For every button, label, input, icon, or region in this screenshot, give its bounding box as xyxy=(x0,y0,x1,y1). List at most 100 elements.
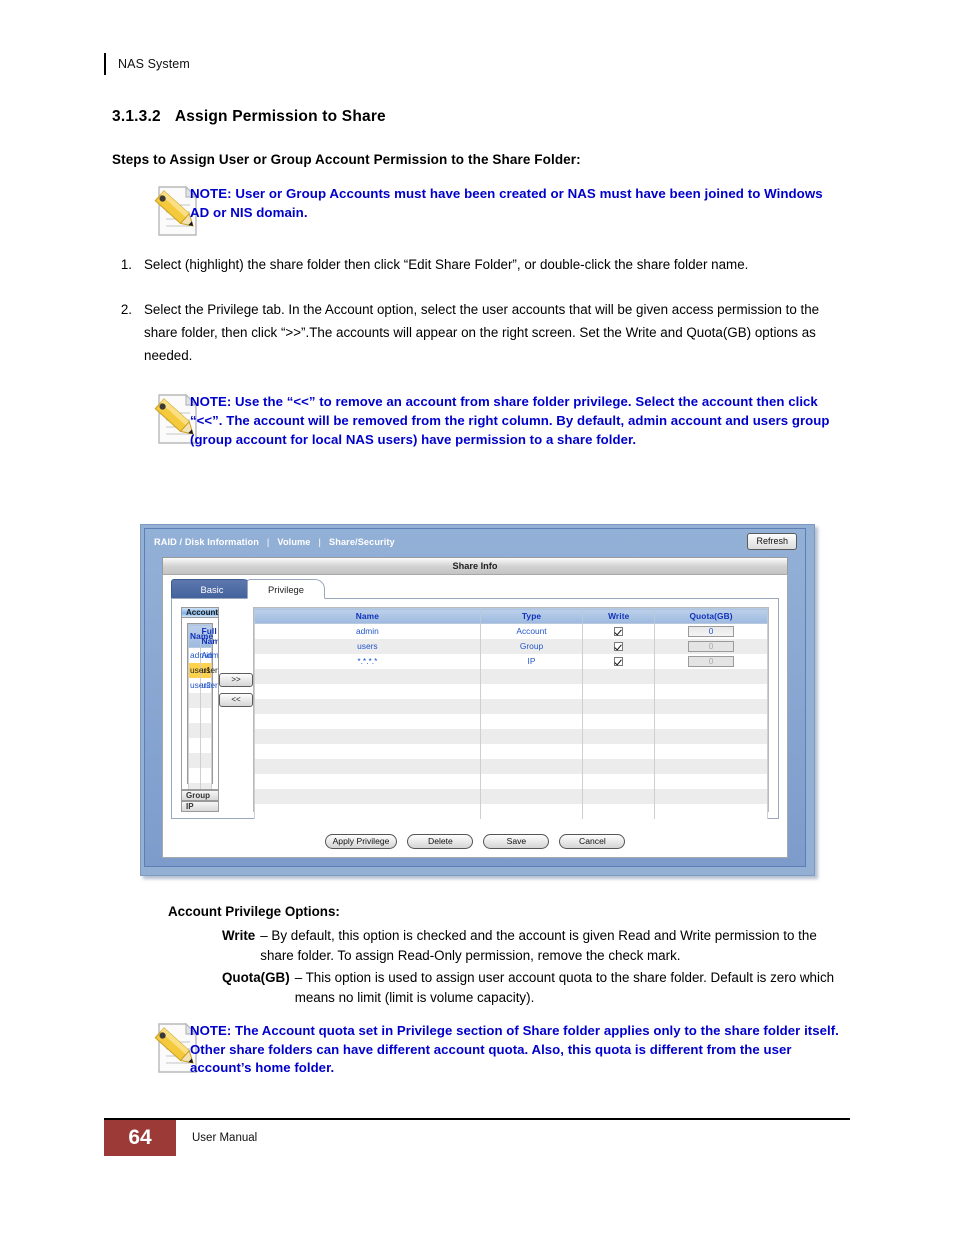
table-row-empty[interactable] xyxy=(254,803,768,819)
transfer-button-column: >> << xyxy=(219,607,253,812)
accordion-header-account[interactable]: Account xyxy=(181,607,219,619)
accordion-header-ip[interactable]: IP xyxy=(181,800,219,812)
table-row[interactable]: admin Account 0 xyxy=(254,623,768,639)
page-number-badge: 64 xyxy=(104,1120,176,1156)
account-table: Name Full Name admin Administrator xyxy=(188,624,218,789)
table-row-empty[interactable] xyxy=(188,737,212,753)
table-row-empty[interactable] xyxy=(188,692,212,708)
breadcrumb-item-volume[interactable]: Volume xyxy=(277,537,310,547)
note-icon-wrap-2 xyxy=(112,389,198,447)
cell-name: admin xyxy=(254,623,481,639)
delete-button[interactable]: Delete xyxy=(407,834,474,849)
refresh-button[interactable]: Refresh xyxy=(747,533,797,550)
header-divider xyxy=(104,53,106,75)
cell-write xyxy=(582,638,656,654)
quota-input[interactable]: 0 xyxy=(688,625,735,637)
option-definition-quota: – This option is used to assign user acc… xyxy=(294,970,835,1006)
panel-title: Share Info xyxy=(162,557,788,574)
account-table-wrapper: Name Full Name admin Administrator xyxy=(187,623,218,789)
table-row-empty[interactable] xyxy=(188,707,212,723)
table-row-empty[interactable] xyxy=(254,758,768,774)
table-row[interactable]: user2 user2 xyxy=(188,677,218,693)
options-title: Account Privilege Options: xyxy=(168,904,340,919)
table-row-empty[interactable] xyxy=(188,767,212,783)
cell-type: Group xyxy=(479,638,584,654)
breadcrumb-item-raid-disk-information[interactable]: RAID / Disk Information xyxy=(154,537,259,547)
column-header-type: Type xyxy=(479,608,584,624)
cell-write xyxy=(582,623,656,639)
action-button-bar: Apply Privilege Delete Save Cancel xyxy=(163,834,787,849)
table-row-empty[interactable] xyxy=(254,743,768,759)
table-row[interactable]: users Group 0 xyxy=(254,638,768,654)
nas-ui-screenshot: RAID / Disk Information | Volume | Share… xyxy=(140,524,815,876)
running-header: NAS System xyxy=(104,52,190,76)
option-term-write: Write xyxy=(222,928,256,944)
accordion-header-group[interactable]: Group xyxy=(181,789,219,801)
privilege-table-body: admin Account 0 users Group 0 *.*.*.* IP… xyxy=(254,623,768,819)
table-row-empty[interactable] xyxy=(254,713,768,729)
tab-basic[interactable]: Basic xyxy=(171,579,253,599)
step-text-1: Select (highlight) the share folder then… xyxy=(144,257,749,272)
table-row-empty[interactable] xyxy=(188,752,212,768)
step-item-1: 1. Select (highlight) the share folder t… xyxy=(112,253,842,276)
cell-type: IP xyxy=(479,653,584,669)
breadcrumb-separator: | xyxy=(266,537,270,547)
save-button[interactable]: Save xyxy=(483,834,550,849)
page-title: 3.1.3.2 Assign Permission to Share xyxy=(112,108,842,126)
page-footer: 64 User Manual xyxy=(104,1120,257,1156)
column-header-name: Name xyxy=(254,608,481,624)
table-row-empty[interactable] xyxy=(188,722,212,738)
option-quota: Quota(GB) – This option is used to assig… xyxy=(222,968,842,1008)
cancel-button[interactable]: Cancel xyxy=(559,834,626,849)
cell-name: user2 xyxy=(188,677,211,693)
add-to-privilege-button[interactable]: >> xyxy=(219,673,253,687)
write-checkbox[interactable] xyxy=(614,642,624,652)
account-table-body: admin Administrator user1 user1 xyxy=(188,647,218,789)
note-block-1: NOTE: User or Group Accounts must have b… xyxy=(112,181,842,239)
table-row-empty[interactable] xyxy=(254,773,768,789)
steps-list: 1. Select (highlight) the share folder t… xyxy=(112,253,842,367)
privilege-column: Name Type Write Quota(GB) admin Account … xyxy=(253,607,769,819)
privilege-table-wrapper: Name Type Write Quota(GB) admin Account … xyxy=(253,607,769,819)
table-row-empty[interactable] xyxy=(254,668,768,684)
column-header-write: Write xyxy=(582,608,656,624)
breadcrumb: RAID / Disk Information | Volume | Share… xyxy=(145,529,805,555)
accordion-panel-account: Name Full Name admin Administrator xyxy=(181,618,219,790)
note-block-3: NOTE: The Account quota set in Privilege… xyxy=(112,1018,842,1078)
cell-type: Account xyxy=(479,623,584,639)
panel-body: Basic Privilege Account Full Na Adm user… xyxy=(162,574,788,858)
privilege-tab-content: Account Name Full Name xyxy=(171,599,779,819)
table-header-row: Name Type Write Quota(GB) xyxy=(254,608,768,624)
section-number: 3.1.3.2 xyxy=(112,108,161,125)
remove-from-privilege-button[interactable]: << xyxy=(219,693,253,707)
note-text-2: NOTE: Use the “<<” to remove an account … xyxy=(190,394,830,447)
table-row[interactable]: user1 user1 xyxy=(188,662,218,678)
cell-full-name: user1 xyxy=(199,662,218,678)
table-row-empty[interactable] xyxy=(188,782,212,789)
nas-window: RAID / Disk Information | Volume | Share… xyxy=(144,528,806,867)
breadcrumb-separator: | xyxy=(318,537,322,547)
cell-quota: 0 xyxy=(654,653,768,669)
table-row-empty[interactable] xyxy=(254,788,768,804)
cell-name: users xyxy=(254,638,481,654)
quota-input[interactable]: 0 xyxy=(688,655,735,667)
note-icon-wrap-1 xyxy=(112,181,198,239)
table-row[interactable]: admin Administrator xyxy=(188,647,218,663)
table-row-empty[interactable] xyxy=(254,728,768,744)
cell-write xyxy=(582,653,656,669)
cell-full-name: Administrator xyxy=(199,647,218,663)
table-row-empty[interactable] xyxy=(254,698,768,714)
note-icon-wrap-3 xyxy=(112,1018,198,1076)
write-checkbox[interactable] xyxy=(614,657,624,667)
column-header-name: Name xyxy=(188,624,213,649)
table-row-empty[interactable] xyxy=(254,683,768,699)
cell-name: user1 xyxy=(188,662,211,678)
quota-input[interactable]: 0 xyxy=(688,640,735,652)
breadcrumb-item-share-security[interactable]: Share/Security xyxy=(329,537,395,547)
apply-privilege-button[interactable]: Apply Privilege xyxy=(324,834,398,849)
write-checkbox[interactable] xyxy=(614,627,624,637)
tab-bar: Basic Privilege xyxy=(171,579,787,599)
table-row[interactable]: *.*.*.* IP 0 xyxy=(254,653,768,669)
tab-privilege[interactable]: Privilege xyxy=(247,579,325,599)
table-header-row: Name Full Name xyxy=(188,624,218,649)
